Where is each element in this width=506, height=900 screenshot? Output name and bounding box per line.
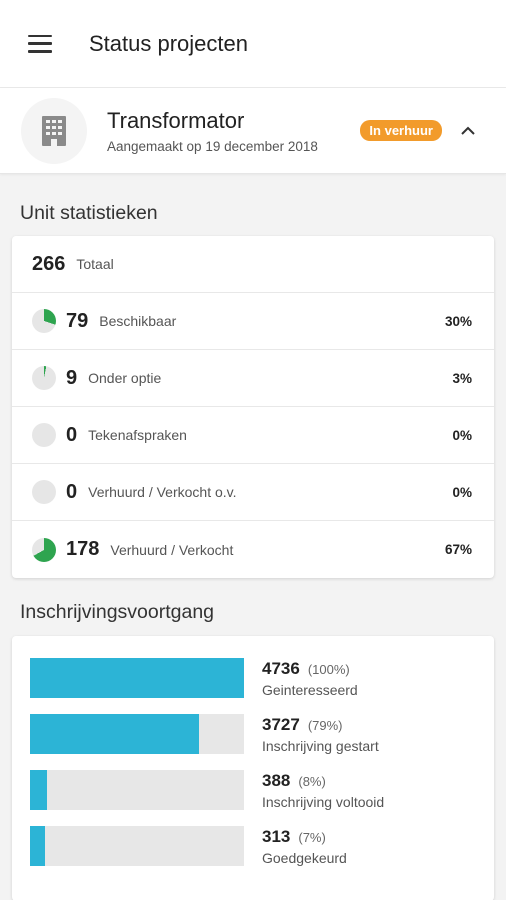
app-bar: Status projecten (0, 0, 506, 88)
stat-value: 178 (66, 538, 100, 560)
project-created-date: Aangemaakt op 19 december 2018 (107, 138, 318, 154)
pie-chart-icon (32, 423, 56, 447)
status-badge: In verhuur (360, 120, 442, 141)
progress-bar (30, 658, 244, 698)
progress-row: 3727 (79%) Inschrijving gestart (12, 714, 494, 770)
project-name: Transformator (107, 107, 245, 133)
stat-row: 178 Verhuurd / Verkocht 67% (12, 521, 494, 578)
progress-percentage: (8%) (298, 774, 326, 789)
registration-progress-title: Inschrijvingsvoortgang (20, 601, 215, 623)
progress-percentage: (7%) (298, 830, 326, 845)
stat-label: Verhuurd / Verkocht o.v. (88, 484, 237, 500)
progress-label: Inschrijving voltooid (262, 794, 385, 810)
progress-bar-fill (30, 770, 48, 810)
progress-value: 3727 (262, 715, 300, 734)
building-icon (42, 115, 66, 146)
project-info: Transformator Aangemaakt op 19 december … (107, 108, 360, 154)
progress-label: Inschrijving gestart (262, 738, 379, 754)
stat-row: 9 Onder optie 3% (12, 350, 494, 407)
stat-label: Verhuurd / Verkocht (110, 541, 234, 558)
pie-chart-icon (32, 366, 56, 390)
stat-percentage: 0% (452, 427, 472, 443)
unit-stats-card: 266 Totaal 79 Beschikbaar 30% 9 Onder op… (12, 236, 494, 578)
chevron-up-icon[interactable] (460, 123, 476, 139)
stat-value: 0 (66, 480, 78, 503)
stat-percentage: 0% (452, 484, 472, 500)
progress-label: Geinteresseerd (262, 682, 358, 698)
stat-label: Beschikbaar (99, 313, 177, 329)
stat-row: 0 Verhuurd / Verkocht o.v. 0% (12, 464, 494, 521)
progress-row: 388 (8%) Inschrijving voltooid (12, 770, 494, 826)
progress-value: 388 (262, 771, 291, 790)
stat-label: Tekenafspraken (88, 427, 187, 443)
progress-percentage: (79%) (307, 718, 343, 733)
stat-row: 79 Beschikbaar 30% (12, 293, 494, 350)
stat-percentage: 30% (444, 313, 472, 329)
project-header[interactable]: Transformator Aangemaakt op 19 december … (0, 88, 506, 174)
stat-label: Onder optie (88, 370, 162, 386)
stat-value: 9 (66, 366, 78, 389)
page-title: Status projecten (89, 30, 248, 56)
total-label: Totaal (76, 256, 114, 272)
stat-row-total: 266 Totaal (12, 236, 494, 293)
progress-value: 4736 (262, 659, 300, 678)
unit-stats-title: Unit statistieken (20, 202, 158, 224)
stat-row: 0 Tekenafspraken 0% (12, 407, 494, 464)
progress-label: Goedgekeurd (262, 850, 347, 866)
progress-bar-fill (30, 826, 45, 866)
hamburger-menu-icon[interactable] (28, 34, 52, 53)
stat-percentage: 3% (452, 370, 472, 386)
pie-chart-icon (32, 537, 56, 562)
progress-bar-fill (30, 714, 200, 754)
stat-percentage: 67% (444, 542, 472, 557)
progress-bar-fill (30, 658, 244, 698)
progress-bar (30, 770, 244, 810)
progress-row: 313 (7%) Goedgekeurd (12, 826, 494, 882)
progress-value: 313 (262, 827, 291, 846)
pie-chart-icon (32, 309, 56, 333)
progress-bar (30, 826, 244, 866)
project-avatar (21, 97, 87, 164)
progress-percentage: (100%) (307, 662, 350, 677)
stat-value: 79 (66, 309, 89, 332)
progress-row: 4736 (100%) Geinteresseerd (12, 658, 494, 714)
total-value: 266 (32, 252, 66, 275)
registration-progress-card: 4736 (100%) Geinteresseerd 3727 (79%) In… (12, 636, 494, 900)
progress-bar (30, 714, 244, 754)
pie-chart-icon (32, 480, 56, 504)
stat-value: 0 (66, 423, 78, 446)
